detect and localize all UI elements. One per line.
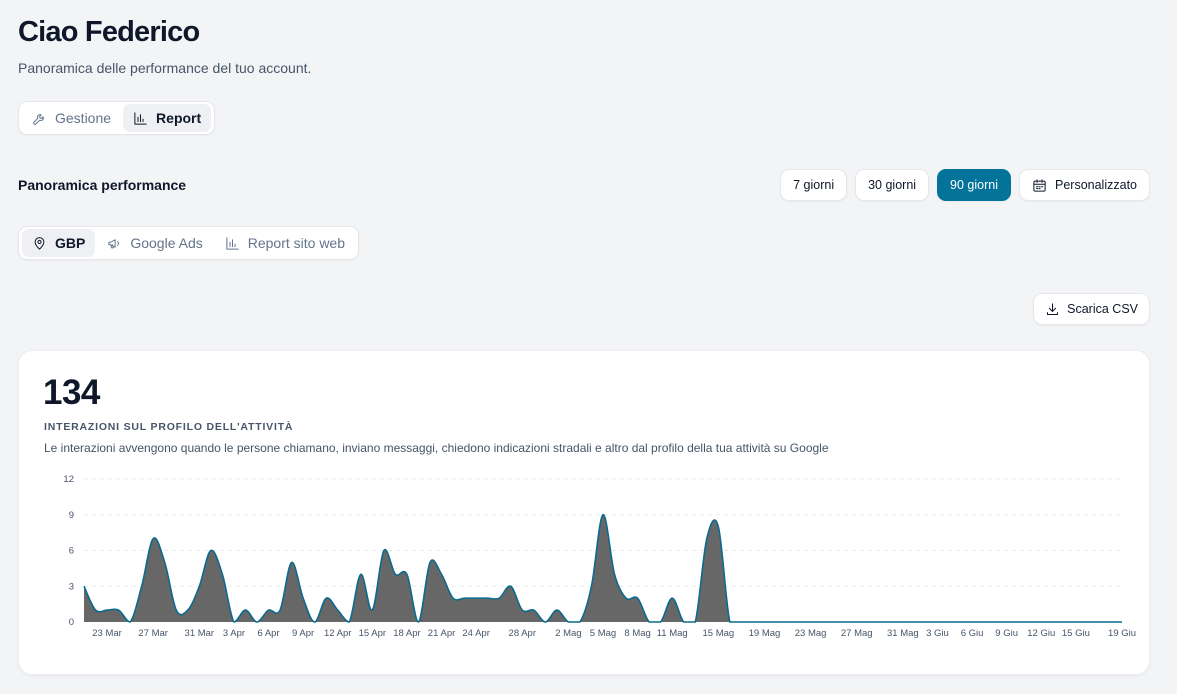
y-tick-label: 9 <box>69 510 74 521</box>
x-tick-label: 18 Apr <box>393 628 420 639</box>
x-tick-label: 21 Apr <box>428 628 455 639</box>
x-tick-label: 31 Mag <box>887 628 919 639</box>
y-tick-label: 0 <box>69 617 74 628</box>
bar-chart-icon <box>134 111 147 125</box>
x-tick-label: 15 Giu <box>1062 628 1090 639</box>
tab-report-sito-web[interactable]: Report sito web <box>215 229 355 257</box>
main-tabs: Gestione Report <box>18 101 216 135</box>
calendar-icon <box>1033 178 1046 192</box>
range-custom-label: Personalizzato <box>1055 178 1137 192</box>
x-tick-label: 28 Apr <box>509 628 536 639</box>
tab-google-ads[interactable]: Google Ads <box>97 229 212 257</box>
x-tick-label: 9 Apr <box>292 628 314 639</box>
page-subtitle: Panoramica delle performance del tuo acc… <box>18 60 312 76</box>
series-area <box>84 514 1122 622</box>
x-tick-label: 31 Mar <box>185 628 215 639</box>
tab-gbp-label: GBP <box>55 235 86 251</box>
wrench-icon <box>33 113 44 125</box>
x-tick-label: 12 Giu <box>1027 628 1055 639</box>
tab-report-sito-web-label: Report sito web <box>247 235 346 251</box>
x-tick-label: 27 Mar <box>138 628 168 639</box>
tab-gestione-label: Gestione <box>55 110 112 126</box>
tab-google-ads-label: Google Ads <box>130 235 203 251</box>
tab-report-label: Report <box>156 110 202 126</box>
data-source-tabs: GBP Google Ads Report sito web <box>18 226 360 260</box>
download-csv-button[interactable]: Scarica CSV <box>1033 293 1150 325</box>
download-icon <box>1047 302 1059 315</box>
y-tick-label: 6 <box>69 546 74 557</box>
tab-gestione[interactable]: Gestione <box>22 104 121 132</box>
x-tick-label: 23 Mar <box>92 628 122 639</box>
x-tick-label: 8 Mag <box>624 628 650 639</box>
x-tick-label: 3 Apr <box>223 628 245 639</box>
range-90-days-button[interactable]: 90 giorni <box>937 169 1011 201</box>
x-tick-label: 12 Apr <box>324 628 351 639</box>
x-tick-label: 2 Mag <box>555 628 581 639</box>
range-7-days-button[interactable]: 7 giorni <box>780 169 848 201</box>
x-tick-label: 3 Giu <box>926 628 949 639</box>
x-tick-label: 6 Giu <box>961 628 984 639</box>
range-30-days-button[interactable]: 30 giorni <box>855 169 930 201</box>
x-tick-label: 24 Apr <box>462 628 489 639</box>
section-title: Panoramica performance <box>18 177 187 193</box>
map-pin-icon <box>34 236 45 250</box>
interactions-area-chart: 0 3 6 9 12 23 Mar 27 Mar 31 Mar 3 Apr 6 Apr 9 Apr 1… <box>63 474 1136 639</box>
x-tick-label: 9 Giu <box>995 628 1018 639</box>
megaphone-icon <box>108 238 120 248</box>
x-tick-label: 5 Mag <box>590 628 616 639</box>
x-tick-label: 19 Giu <box>1108 628 1136 639</box>
x-tick-label: 15 Mag <box>702 628 734 639</box>
x-tick-label: 23 Mag <box>795 628 827 639</box>
download-csv-label: Scarica CSV <box>1067 302 1138 316</box>
page-title: Ciao Federico <box>18 16 200 48</box>
tab-report[interactable]: Report <box>123 104 212 132</box>
interactions-card: 134 INTERAZIONI SUL PROFILO DELL'ATTIVIT… <box>18 350 1150 675</box>
x-tick-label: 19 Mag <box>749 628 781 639</box>
x-tick-label: 6 Apr <box>257 628 279 639</box>
range-custom-button[interactable]: Personalizzato <box>1019 169 1150 201</box>
tab-gbp[interactable]: GBP <box>22 229 96 257</box>
bar-chart-icon <box>226 236 239 250</box>
x-tick-label: 11 Mag <box>657 628 688 639</box>
x-tick-label: 15 Apr <box>359 628 386 639</box>
y-tick-label: 12 <box>63 474 74 485</box>
date-range-selector: 7 giorni 30 giorni 90 giorni Personalizz… <box>780 169 1150 201</box>
y-tick-label: 3 <box>69 581 74 592</box>
x-tick-label: 27 Mag <box>841 628 873 639</box>
